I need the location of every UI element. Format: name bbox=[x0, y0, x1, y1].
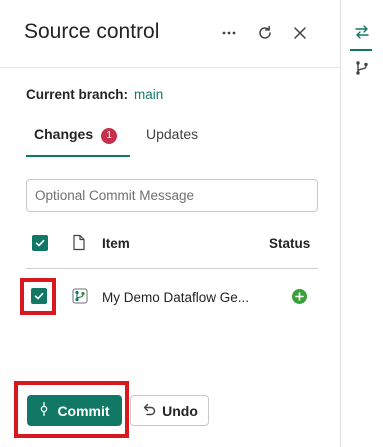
tab-updates[interactable]: Updates bbox=[146, 126, 198, 142]
tab-changes-label: Changes bbox=[34, 126, 94, 142]
table-divider bbox=[26, 268, 318, 269]
refresh-icon bbox=[257, 25, 273, 41]
current-branch: Current branch: main bbox=[26, 87, 163, 102]
more-horizontal-icon bbox=[221, 25, 237, 41]
tab-changes[interactable]: Changes 1 bbox=[34, 126, 118, 144]
branch-name[interactable]: main bbox=[134, 87, 163, 102]
more-options-button[interactable] bbox=[216, 20, 242, 46]
dataflow-icon bbox=[72, 288, 88, 309]
swap-arrows-icon bbox=[354, 24, 370, 45]
source-control-panel: Source control Current branch: main Chang… bbox=[0, 0, 341, 447]
panel-title: Source control bbox=[24, 20, 160, 43]
select-all-checkbox[interactable] bbox=[32, 235, 48, 251]
rail-branch-button[interactable] bbox=[349, 57, 375, 83]
branch-label: Current branch: bbox=[26, 87, 129, 102]
tab-updates-label: Updates bbox=[146, 126, 199, 142]
commit-message-input[interactable] bbox=[26, 179, 318, 212]
close-button[interactable] bbox=[287, 20, 313, 46]
changes-count-badge: 1 bbox=[101, 127, 118, 144]
column-header-item[interactable]: Item bbox=[102, 236, 130, 251]
rail-source-control-button[interactable] bbox=[349, 21, 375, 47]
undo-button-label: Undo bbox=[162, 402, 198, 419]
active-tab-indicator bbox=[26, 155, 130, 157]
undo-button[interactable]: Undo bbox=[130, 395, 209, 426]
commit-button-highlight bbox=[14, 381, 129, 438]
close-icon bbox=[293, 26, 307, 40]
refresh-button[interactable] bbox=[252, 20, 278, 46]
row-item-name: My Demo Dataflow Ge... bbox=[102, 290, 250, 305]
file-icon bbox=[72, 234, 86, 256]
branch-icon bbox=[354, 60, 370, 81]
rail-active-indicator bbox=[350, 49, 372, 51]
row-checkbox-highlight bbox=[20, 278, 56, 315]
right-rail bbox=[342, 0, 383, 447]
undo-icon bbox=[141, 402, 156, 419]
panel-header: Source control bbox=[0, 0, 341, 68]
add-status-icon bbox=[292, 289, 307, 304]
column-header-status[interactable]: Status bbox=[269, 236, 310, 251]
checkmark-icon bbox=[34, 237, 46, 249]
